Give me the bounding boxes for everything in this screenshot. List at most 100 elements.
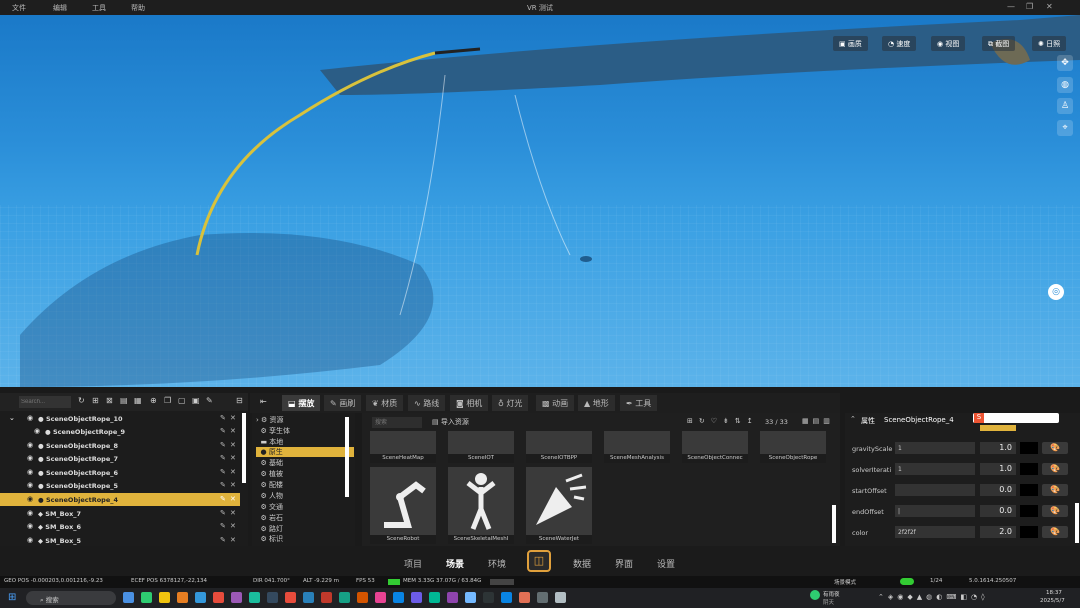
group-icon[interactable]: ⊞ bbox=[92, 396, 99, 405]
edge-icon[interactable] bbox=[195, 592, 206, 603]
collapse-icon[interactable]: ⇤ bbox=[260, 397, 267, 406]
tab-terrain[interactable]: ▲ 地形 bbox=[578, 395, 615, 411]
app-icon[interactable] bbox=[321, 592, 332, 603]
scrollbar[interactable] bbox=[1075, 503, 1079, 543]
app-icon[interactable] bbox=[339, 592, 350, 603]
asset-card[interactable]: SceneHeatMap bbox=[370, 431, 436, 463]
expand-icon[interactable]: ⊠ bbox=[106, 396, 113, 405]
app-icon[interactable] bbox=[375, 592, 386, 603]
scene-mode-toggle[interactable] bbox=[900, 578, 914, 585]
palette-icon[interactable]: 🎨 bbox=[1042, 505, 1068, 517]
edit-icon[interactable]: ✎ bbox=[220, 414, 226, 422]
view-mode-icons[interactable]: ▦▤▥ bbox=[802, 417, 834, 425]
property-number-input[interactable]: 0.0 bbox=[980, 484, 1016, 496]
tree-item-selected[interactable]: ● 原生 bbox=[256, 447, 354, 457]
tab-material[interactable]: ❦ 材质 bbox=[366, 395, 404, 411]
color-swatch[interactable] bbox=[1020, 526, 1038, 538]
tab-place[interactable]: ⬓ 摆放 bbox=[282, 395, 321, 411]
palette-icon[interactable]: 🎨 bbox=[1042, 484, 1068, 496]
nav-scene[interactable]: 场景 bbox=[446, 557, 464, 570]
edit-icon[interactable]: ✎ bbox=[220, 454, 226, 462]
copy-icon[interactable]: ❐ bbox=[164, 396, 171, 405]
close-icon[interactable]: ✕ bbox=[230, 522, 236, 530]
color-swatch[interactable] bbox=[1020, 484, 1038, 496]
menu-tools[interactable]: 工具 bbox=[92, 3, 106, 13]
eye-icon[interactable]: ◉ bbox=[27, 468, 33, 476]
minimize-icon[interactable]: — bbox=[1007, 2, 1015, 11]
app-icon[interactable] bbox=[519, 592, 530, 603]
tree-item[interactable]: ⚙ 人物 bbox=[256, 491, 354, 501]
tree-item[interactable]: ⚙ 植被 bbox=[256, 469, 354, 479]
refresh-icon[interactable]: ↻ bbox=[78, 396, 85, 405]
app-icon[interactable] bbox=[249, 592, 260, 603]
tab-light[interactable]: ♁ 灯光 bbox=[492, 395, 529, 411]
eye-icon[interactable]: ◉ bbox=[27, 522, 33, 530]
scrollbar[interactable] bbox=[832, 505, 836, 543]
scrollbar[interactable] bbox=[345, 417, 349, 497]
tab-animation[interactable]: ▩ 动画 bbox=[536, 395, 575, 411]
eye-icon[interactable]: ◉ bbox=[34, 427, 40, 435]
slider-fill[interactable] bbox=[980, 425, 1016, 431]
close-icon[interactable]: ✕ bbox=[230, 414, 236, 422]
tree-item[interactable]: ⚙ 岩石 bbox=[256, 513, 354, 523]
asset-card[interactable]: SceneRobot bbox=[370, 467, 436, 544]
eye-icon[interactable]: ◉ bbox=[27, 495, 33, 503]
app-icon[interactable] bbox=[501, 592, 512, 603]
asset-card[interactable]: SceneIOTBPP bbox=[526, 431, 592, 463]
eye-icon[interactable]: ◉ bbox=[27, 441, 33, 449]
view-button[interactable]: ◉ 视图 bbox=[931, 36, 966, 51]
app-icon[interactable] bbox=[411, 592, 422, 603]
panel-icon[interactable]: ⊟ bbox=[236, 396, 243, 405]
screenshot-button[interactable]: ⧉ 截图 bbox=[982, 36, 1016, 51]
nav-interface[interactable]: 界面 bbox=[615, 557, 633, 570]
asset-card[interactable]: SceneObjectRope bbox=[760, 431, 826, 463]
color-swatch[interactable] bbox=[1020, 442, 1038, 454]
list-item[interactable]: ◉ ◆ SM_Box_5 ✎ ✕ bbox=[0, 534, 240, 546]
app-icon[interactable] bbox=[231, 592, 242, 603]
windows-start-icon[interactable]: ⊞ bbox=[8, 592, 16, 603]
scene-viewport[interactable]: ▣ 画质 ◔ 速度 ◉ 视图 ⧉ 截图 ✺ 日照 ✥ ◍ ♙ ⌖ ◎ bbox=[0, 15, 1080, 387]
move-icon[interactable]: ✥ bbox=[1057, 55, 1073, 71]
list-item[interactable]: ◉ ◆ SM_Box_6 ✎ ✕ bbox=[0, 520, 240, 533]
asset-search-input[interactable] bbox=[372, 417, 422, 428]
property-value-input[interactable]: 1 bbox=[895, 442, 975, 454]
asset-card[interactable]: SceneWaterJet bbox=[526, 467, 592, 544]
close-icon[interactable]: ✕ bbox=[230, 441, 236, 449]
taskbar-search[interactable]: ⌕ 搜索 bbox=[26, 591, 116, 605]
list-item-selected[interactable]: ◉ ● SceneObjectRope_4 ✎ ✕ bbox=[0, 493, 240, 506]
eye-icon[interactable]: ◉ bbox=[27, 509, 33, 517]
layer-icon[interactable]: ▦ bbox=[134, 396, 142, 405]
menu-help[interactable]: 帮助 bbox=[131, 3, 145, 13]
app-icon[interactable] bbox=[537, 592, 548, 603]
weather-icon[interactable] bbox=[810, 590, 820, 600]
app-icon[interactable] bbox=[141, 592, 152, 603]
property-number-input[interactable]: 1.0 bbox=[980, 442, 1016, 454]
app-icon[interactable] bbox=[267, 592, 278, 603]
tab-brush[interactable]: ✎ 画刷 bbox=[324, 395, 362, 411]
restore-icon[interactable]: ❐ bbox=[1026, 2, 1033, 11]
app-icon[interactable] bbox=[303, 592, 314, 603]
list-item[interactable]: ◉ ● SceneObjectRope_6 ✎ ✕ bbox=[0, 466, 240, 479]
frame-icon[interactable]: ▢ bbox=[178, 396, 186, 405]
ime-toolbar[interactable]: S bbox=[973, 413, 1059, 423]
edit-icon[interactable]: ✎ bbox=[220, 481, 226, 489]
palette-icon[interactable]: 🎨 bbox=[1042, 526, 1068, 538]
tree-item[interactable]: ⚙ 配楼 bbox=[256, 480, 354, 490]
edit-icon[interactable]: ✎ bbox=[220, 536, 226, 544]
sunlight-button[interactable]: ✺ 日照 bbox=[1032, 36, 1067, 51]
tree-item[interactable]: ⚙ 路灯 bbox=[256, 524, 354, 534]
map-icon[interactable]: ⌖ bbox=[1057, 120, 1073, 136]
close-icon[interactable]: ✕ bbox=[230, 454, 236, 462]
menu-file[interactable]: 文件 bbox=[12, 3, 26, 13]
list-item[interactable]: ◉ ● SceneObjectRope_5 ✎ ✕ bbox=[0, 479, 240, 492]
color-swatch[interactable] bbox=[1020, 463, 1038, 475]
vs-icon[interactable] bbox=[447, 592, 458, 603]
edit-icon[interactable]: ✎ bbox=[220, 441, 226, 449]
chrome-icon[interactable] bbox=[285, 592, 296, 603]
tree-item[interactable]: ⚙ 标识 bbox=[256, 534, 354, 544]
speed-button[interactable]: ◔ 速度 bbox=[882, 36, 917, 51]
list-item[interactable]: ◉ ◆ SM_Box_7 ✎ ✕ bbox=[0, 507, 240, 520]
chevron-up-icon[interactable]: ⌃ bbox=[850, 415, 856, 423]
close-icon[interactable]: ✕ bbox=[1046, 2, 1053, 11]
edit-icon[interactable]: ✎ bbox=[220, 509, 226, 517]
